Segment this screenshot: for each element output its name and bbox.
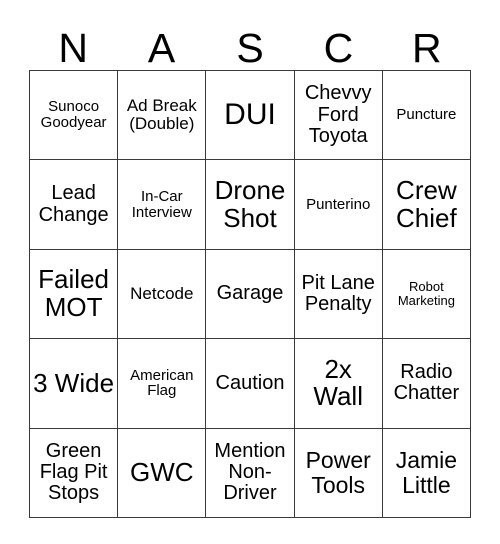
bingo-cell-label: Failed MOT	[38, 264, 109, 322]
bingo-cell-r4-c0[interactable]: Green Flag Pit Stops	[30, 428, 119, 518]
bingo-cell-label: Puncture	[396, 106, 457, 124]
bingo-cell-r4-c3[interactable]: Power Tools	[294, 428, 383, 518]
bingo-cell-r1-c0[interactable]: Lead Change	[30, 160, 119, 250]
bingo-header-letter-0: N	[58, 25, 88, 71]
bingo-cell-r0-c1[interactable]: Ad Break (Double)	[118, 71, 207, 161]
bingo-cell-label: GWC	[130, 457, 194, 488]
bingo-cell-r2-c3[interactable]: Pit Lane Penalty	[294, 249, 383, 340]
bingo-cell-r1-c4[interactable]: Crew Chief	[382, 160, 471, 250]
bingo-cell-label: Radio Chatter	[393, 361, 460, 405]
bingo-header-row: NASCR	[29, 18, 471, 70]
bingo-cell-r4-c4[interactable]: Jamie Little	[382, 428, 471, 518]
bingo-cell-label: Mention Non-Driver	[214, 440, 286, 505]
bingo-cell-label: Chevvy Ford Toyota	[304, 82, 372, 147]
bingo-cell-label: Crew Chief	[396, 175, 457, 233]
bingo-cell-r1-c3[interactable]: Punterino	[294, 160, 383, 250]
bingo-cell-label: Netcode	[130, 283, 194, 303]
bingo-cell-r3-c1[interactable]: American Flag	[118, 339, 207, 429]
bingo-cell-r0-c2[interactable]: DUI	[206, 71, 295, 161]
bingo-cell-r4-c1[interactable]: GWC	[118, 428, 207, 518]
bingo-cell-r3-c2[interactable]: Caution	[206, 339, 295, 429]
bingo-cell-label: In-Car Interview	[131, 187, 192, 221]
bingo-cell-label: Power Tools	[305, 447, 371, 498]
bingo-cell-r1-c2[interactable]: Drone Shot	[206, 160, 295, 250]
bingo-grid: Sunoco Goodyear Ad Break (Double) DUI Chevv…	[29, 70, 471, 518]
bingo-cell-r3-c4[interactable]: Radio Chatter	[382, 339, 471, 429]
bingo-cell-label: Punterino	[306, 195, 371, 213]
bingo-cell-label: 2x Wall	[313, 353, 363, 412]
bingo-cell-label: Drone Shot	[214, 175, 286, 233]
bingo-cell-label: Ad Break (Double)	[126, 96, 197, 134]
bingo-cell-label: Pit Lane Penalty	[301, 271, 375, 315]
bingo-card: N A S C R Sunoco Goodyear Ad Break (Double) DU…	[0, 0, 500, 544]
bingo-header-letter-2: S	[236, 25, 264, 71]
bingo-cell-label: Robot Marketing	[397, 279, 455, 308]
bingo-cell-r3-c0[interactable]: 3 Wide	[30, 339, 119, 429]
bingo-cell-label: Caution	[215, 371, 285, 394]
bingo-header-letter-1: A	[147, 25, 176, 71]
bingo-cell-label: Sunoco Goodyear	[40, 98, 107, 132]
bingo-cell-label: Jamie Little	[395, 447, 458, 498]
bingo-cell-label: Lead Change	[38, 182, 109, 226]
bingo-cell-label: Green Flag Pit Stops	[39, 440, 108, 505]
bingo-header-letter-3: C	[323, 25, 354, 71]
bingo-cell-label: Garage	[216, 282, 284, 305]
bingo-cell-label: DUI	[224, 98, 276, 132]
bingo-cell-r3-c3[interactable]: 2x Wall	[294, 339, 383, 429]
bingo-cell-r1-c1[interactable]: In-Car Interview	[118, 160, 207, 250]
bingo-cell-r2-c0[interactable]: Failed MOT	[30, 249, 119, 340]
bingo-header-letter-4: R	[412, 25, 442, 71]
bingo-cell-r0-c3[interactable]: Chevvy Ford Toyota	[294, 71, 383, 161]
bingo-cell-r2-c2[interactable]: Garage	[206, 249, 295, 340]
bingo-cell-r0-c0[interactable]: Sunoco Goodyear	[30, 71, 119, 161]
bingo-cell-r4-c2[interactable]: Mention Non-Driver	[206, 428, 295, 518]
bingo-cell-r2-c1[interactable]: Netcode	[118, 249, 207, 340]
bingo-cell-r0-c4[interactable]: Puncture	[382, 71, 471, 161]
bingo-cell-label: American Flag	[130, 366, 194, 400]
bingo-cell-r2-c4[interactable]: Robot Marketing	[382, 249, 471, 340]
bingo-cell-label: 3 Wide	[33, 367, 115, 398]
